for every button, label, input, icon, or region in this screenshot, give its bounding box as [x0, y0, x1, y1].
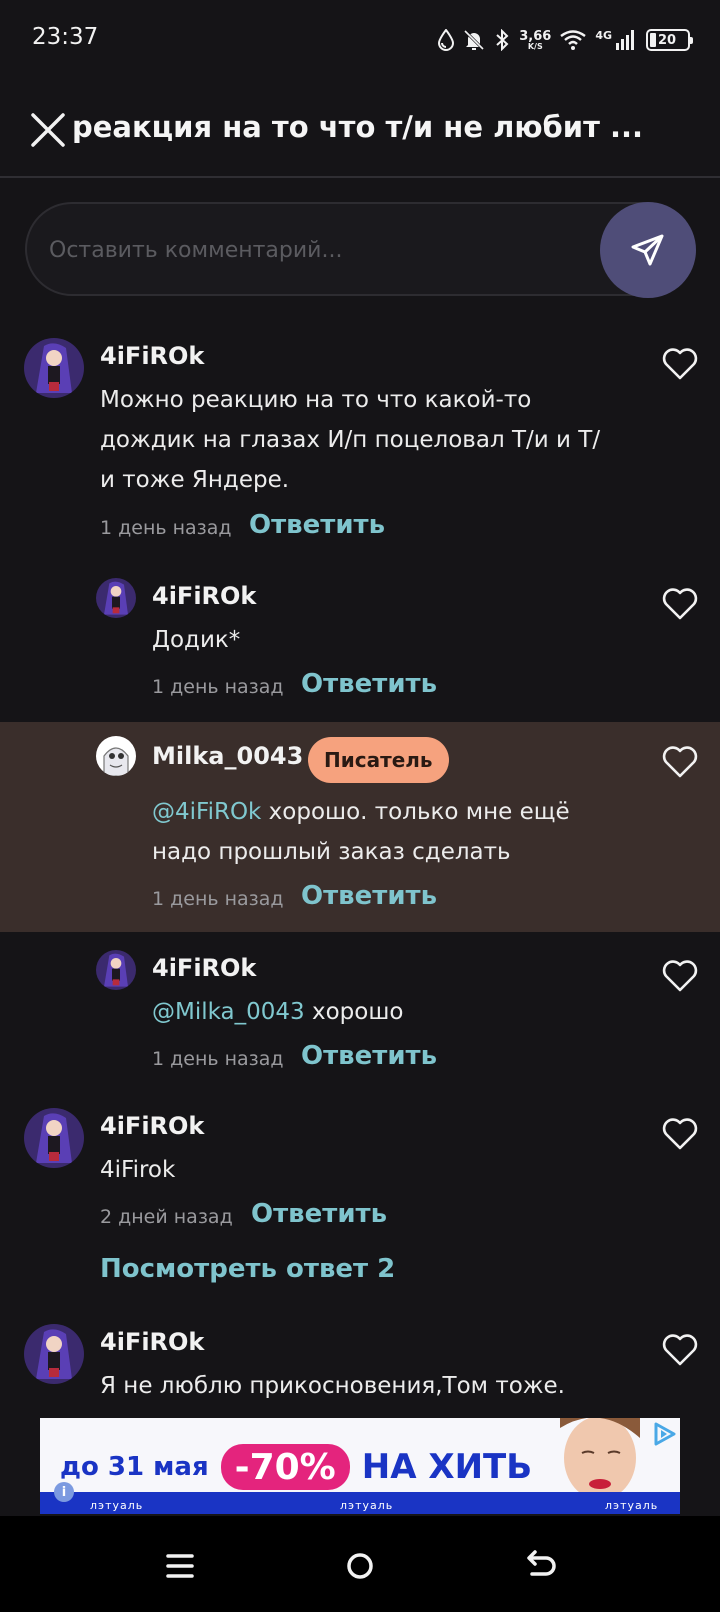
ad-headline: НА ХИТЫ — [361, 1447, 542, 1487]
writer-badge: Писатель — [308, 737, 449, 783]
bluetooth-icon — [496, 29, 509, 51]
comment-input[interactable] — [49, 228, 589, 272]
comment-text-part: хорошо. только мне ещё — [261, 799, 570, 825]
back-icon[interactable] — [520, 1546, 560, 1586]
comment-time: 1 день назад — [152, 1048, 284, 1070]
heart-icon[interactable] — [662, 1118, 698, 1150]
network-type: 4G — [595, 28, 612, 42]
reply-button[interactable]: Ответить — [251, 1199, 387, 1229]
comment-time: 1 день назад — [152, 888, 284, 910]
navigation-bar — [0, 1516, 720, 1612]
mention-link[interactable]: @4iFiROk — [152, 799, 261, 825]
send-button[interactable] — [600, 202, 696, 298]
ad-banner[interactable]: до 31 мая -70% НА ХИТЫ лэтуаль лэтуаль л… — [40, 1418, 680, 1514]
menu-icon[interactable] — [160, 1546, 200, 1586]
ad-discount: -70% — [220, 1444, 350, 1490]
wifi-icon — [560, 30, 587, 50]
comment-username[interactable]: 4iFiROk — [100, 1112, 204, 1140]
comment-text: @4iFiROk хорошо. только мне ещё — [152, 792, 570, 832]
ad-brand: лэтуаль — [340, 1499, 394, 1512]
ad-brand: лэтуаль — [90, 1499, 144, 1512]
bell-off-icon — [464, 29, 485, 51]
comment-text: Я не люблю прикосновения,Том тоже. — [100, 1373, 565, 1399]
comment-input-container — [25, 202, 695, 296]
comment-username[interactable]: 4iFiROk — [100, 1328, 204, 1356]
home-icon[interactable] — [340, 1546, 380, 1586]
avatar[interactable] — [96, 950, 136, 990]
drop-icon — [438, 29, 455, 51]
avatar[interactable] — [96, 578, 136, 618]
heart-icon[interactable] — [662, 348, 698, 380]
comment-username[interactable]: 4iFiROk — [100, 342, 204, 370]
heart-icon[interactable] — [662, 960, 698, 992]
comment-text-line: Можно реакцию на то что какой-то — [100, 387, 532, 413]
net-speed-value: 3,66 — [519, 28, 552, 44]
signal-icon — [616, 30, 634, 50]
comment-username[interactable]: Milka_0043 — [152, 742, 303, 770]
battery-icon: 20 — [646, 29, 693, 51]
comment-reply: 4iFiROk Додик* 1 день назад Ответить — [0, 560, 720, 722]
comment-reply: 4iFiROk @Milka_0043 хорошо 1 день назад … — [0, 932, 720, 1110]
send-icon — [631, 234, 664, 266]
avatar[interactable] — [24, 338, 84, 398]
header: реакция на то что т/и не любит ... — [0, 80, 720, 178]
avatar[interactable] — [96, 736, 136, 776]
view-replies-button[interactable]: Посмотреть ответ 2 — [100, 1254, 395, 1284]
heart-icon[interactable] — [662, 588, 698, 620]
ad-text-row: до 31 мая -70% НА ХИТЫ — [60, 1444, 541, 1490]
comment: 4iFiROk 4iFirok 2 дней назад Ответить По… — [0, 1090, 720, 1300]
comment-time: 2 дней назад — [100, 1206, 233, 1228]
comment-text: Додик* — [152, 627, 241, 653]
comment-time: 1 день назад — [100, 517, 232, 539]
status-icons: 3,66 K/S 4G 20 — [438, 24, 693, 56]
comment: 4iFiROk Я не люблю прикосновения,Том тож… — [0, 1306, 720, 1416]
comment-text: @Milka_0043 хорошо — [152, 992, 403, 1032]
status-time: 23:37 — [32, 24, 99, 50]
page-title: реакция на то что т/и не любит ... — [72, 110, 644, 144]
comment-reply-highlighted: Milka_0043 Писатель @4iFiROk хорошо. тол… — [0, 722, 720, 932]
status-bar: 23:37 3,66 K/S 4G 20 — [0, 0, 720, 80]
ad-date: до 31 мая — [60, 1452, 209, 1482]
ad-info-icon[interactable]: i — [54, 1482, 74, 1502]
heart-icon[interactable] — [662, 746, 698, 778]
comment-text-line: дождик на глазах И/п поцеловал Т/и и Т/ — [100, 427, 601, 453]
ad-brand: лэтуаль — [605, 1499, 659, 1512]
heart-icon[interactable] — [662, 1334, 698, 1366]
net-speed-unit: K/S — [527, 41, 543, 51]
close-icon[interactable] — [28, 110, 68, 150]
comment-text-line: надо прошлый заказ сделать — [152, 839, 511, 865]
battery-percent: 20 — [658, 32, 677, 48]
avatar[interactable] — [24, 1324, 84, 1384]
comment-username[interactable]: 4iFiROk — [152, 582, 256, 610]
comment-text: 4iFirok — [100, 1157, 176, 1183]
ad-choices-icon[interactable] — [650, 1420, 678, 1448]
comment-time: 1 день назад — [152, 676, 284, 698]
mention-link[interactable]: @Milka_0043 — [152, 999, 305, 1025]
reply-button[interactable]: Ответить — [301, 1041, 437, 1071]
comment-username[interactable]: 4iFiROk — [152, 954, 256, 982]
reply-button[interactable]: Ответить — [301, 669, 437, 699]
reply-button[interactable]: Ответить — [301, 881, 437, 911]
comment-text-line: и тоже Яндере. — [100, 467, 290, 493]
comment: 4iFiROk Можно реакцию на то что какой-то… — [0, 320, 720, 560]
avatar[interactable] — [24, 1108, 84, 1168]
network-speed: 3,66 K/S — [519, 30, 551, 51]
comment-text-part: хорошо — [304, 999, 404, 1025]
reply-button[interactable]: Ответить — [249, 510, 385, 540]
